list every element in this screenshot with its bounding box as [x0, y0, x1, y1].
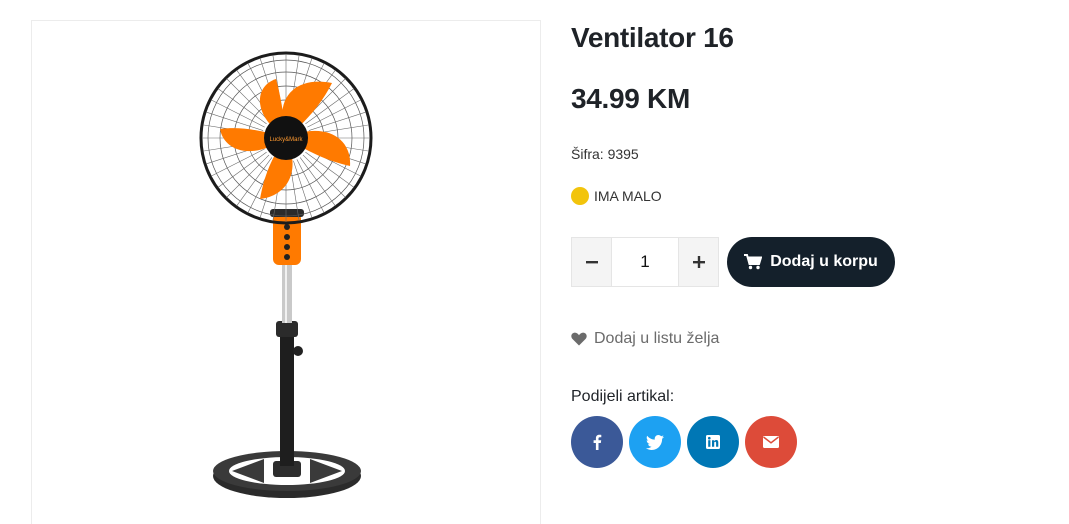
share-buttons — [571, 416, 797, 468]
add-to-cart-button[interactable]: Dodaj u korpu — [727, 237, 895, 287]
fan-cage-spoke — [308, 111, 366, 131]
plus-icon — [692, 256, 705, 268]
quantity-input[interactable] — [611, 238, 679, 286]
product-price: 34.99 KM — [571, 83, 690, 114]
facebook-icon — [593, 434, 602, 450]
envelope-icon — [763, 436, 779, 448]
quantity-stepper — [571, 237, 719, 287]
fan-cage-spoke — [206, 111, 264, 131]
add-to-cart-label: Dodaj u korpu — [770, 253, 878, 270]
minus-icon — [585, 261, 598, 264]
linkedin-icon — [706, 435, 720, 449]
share-label: Podijeli artikal: — [571, 388, 675, 405]
share-linkedin-button[interactable] — [687, 416, 739, 468]
wishlist-label: Dodaj u listu želja — [594, 330, 720, 347]
share-twitter-button[interactable] — [629, 416, 681, 468]
heart-icon — [571, 332, 587, 346]
increase-quantity-button[interactable] — [679, 238, 718, 286]
decrease-quantity-button[interactable] — [572, 238, 611, 286]
stock-status: IMA MALO — [571, 186, 662, 206]
product-title: Ventilator 16 — [571, 22, 734, 53]
brand-label: Lucky&Mark — [269, 137, 303, 143]
twitter-icon — [646, 434, 664, 450]
fan-illustration: Lucky&Mark — [199, 51, 373, 498]
share-email-button[interactable] — [745, 416, 797, 468]
share-facebook-button[interactable] — [571, 416, 623, 468]
cart-icon — [744, 254, 763, 270]
add-to-wishlist-link[interactable]: Dodaj u listu želja — [571, 329, 719, 349]
stock-indicator-icon — [571, 187, 589, 205]
stock-label: IMA MALO — [594, 188, 662, 204]
product-sku: Šifra: 9395 — [571, 146, 639, 162]
product-image[interactable]: Lucky&Mark — [31, 20, 541, 524]
